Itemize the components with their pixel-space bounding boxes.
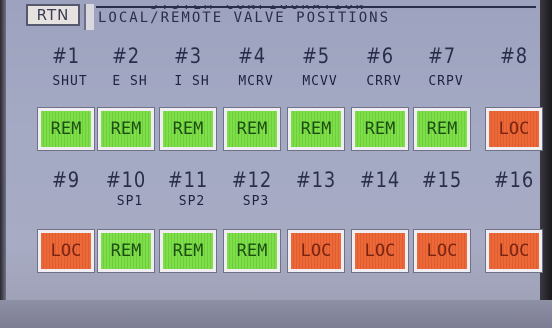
- valve-label: I SH: [174, 74, 210, 89]
- valve-number: #1: [51, 44, 81, 68]
- screen-bezel-right: [540, 0, 552, 328]
- valve-label: CRPV: [428, 74, 464, 89]
- screen-bezel-left: [0, 0, 6, 328]
- valve-number: #9: [51, 168, 81, 192]
- valve-state-button[interactable]: REM: [159, 229, 217, 273]
- valve-number: #7: [427, 44, 457, 68]
- valve-state-button[interactable]: LOC: [351, 229, 409, 273]
- valve-number: #5: [301, 44, 331, 68]
- valve-label: MCVV: [302, 74, 338, 89]
- valve-state-button[interactable]: LOC: [485, 107, 543, 151]
- header-divider: [84, 4, 94, 30]
- valve-state-button[interactable]: REM: [351, 107, 409, 151]
- valve-state-button[interactable]: REM: [97, 229, 155, 273]
- valve-number: #2: [111, 44, 141, 68]
- hmi-screen: RTN SYSTEM CONFIGURATION LOCAL/REMOTE VA…: [0, 0, 552, 328]
- valve-state-button[interactable]: LOC: [37, 229, 95, 273]
- valve-state-button[interactable]: REM: [159, 107, 217, 151]
- valve-number: #12: [231, 168, 273, 192]
- page-title: LOCAL/REMOTE VALVE POSITIONS: [98, 10, 391, 26]
- valve-number: #14: [359, 168, 401, 192]
- valve-label: SP2: [178, 194, 206, 209]
- valve-state-button[interactable]: REM: [97, 107, 155, 151]
- valve-state-button[interactable]: REM: [413, 107, 471, 151]
- valve-state-button[interactable]: REM: [223, 229, 281, 273]
- valve-number: #3: [173, 44, 203, 68]
- valve-number: #4: [237, 44, 267, 68]
- valve-number: #13: [295, 168, 337, 192]
- valve-state-button[interactable]: LOC: [413, 229, 471, 273]
- valve-state-button[interactable]: LOC: [287, 229, 345, 273]
- screen-bezel-bottom: [0, 300, 552, 328]
- valve-number: #8: [499, 44, 529, 68]
- valve-number: #10: [105, 168, 147, 192]
- valve-number: #15: [421, 168, 463, 192]
- valve-label: MCRV: [238, 74, 274, 89]
- valve-number: #11: [167, 168, 209, 192]
- valve-state-button[interactable]: REM: [287, 107, 345, 151]
- return-button[interactable]: RTN: [26, 4, 80, 26]
- valve-state-button[interactable]: REM: [37, 107, 95, 151]
- valve-number: #6: [365, 44, 395, 68]
- valve-label: SP3: [242, 194, 270, 209]
- valve-number: #16: [493, 168, 535, 192]
- valve-state-button[interactable]: LOC: [485, 229, 543, 273]
- valve-state-button[interactable]: REM: [223, 107, 281, 151]
